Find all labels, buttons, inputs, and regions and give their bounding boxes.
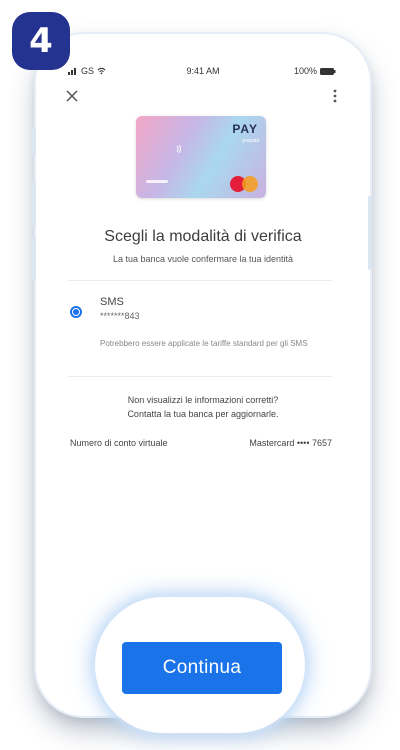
sms-masked-number: *******843 <box>100 311 140 321</box>
more-options-button[interactable] <box>330 88 340 104</box>
card-subtitle: prepaid <box>242 138 259 144</box>
close-icon <box>66 90 78 102</box>
divider-middle <box>68 376 332 377</box>
page-title: Scegli la modalità di verifica <box>104 228 302 245</box>
more-vert-icon <box>333 89 337 103</box>
phone-power-button <box>368 196 372 270</box>
info-line-2: Contatta la tua banca per aggiornarle. <box>127 409 279 419</box>
battery-level: 100% <box>293 66 317 76</box>
close-button[interactable] <box>64 88 80 104</box>
info-message: Non visualizzi le informazioni corretti?… <box>46 393 360 421</box>
contactless-icon <box>174 144 184 157</box>
battery-icon <box>320 67 336 75</box>
sms-option-label[interactable]: SMS <box>100 296 124 308</box>
page-subtitle: La tua banca vuole confermare la tua ide… <box>112 254 294 264</box>
sms-radio-button[interactable] <box>70 306 82 318</box>
sms-rates-note: Potrebbero essere applicate le tariffe s… <box>100 339 308 348</box>
phone-side-button <box>32 128 36 156</box>
virtual-account-label: Numero di conto virtuale <box>70 438 168 448</box>
step-number-badge: 4 <box>12 12 70 70</box>
card-number-strip <box>146 180 168 183</box>
card-brand: PAY <box>232 122 258 136</box>
phone-volume-down <box>32 236 36 280</box>
payment-card: PAY prepaid <box>136 116 266 198</box>
status-battery: 100% <box>294 66 336 76</box>
virtual-account-value: Mastercard •••• 7657 <box>249 438 332 448</box>
info-line-1: Non visualizzi le informazioni corretti? <box>127 395 279 405</box>
continue-button[interactable]: Continua <box>122 642 282 694</box>
phone-volume-up <box>32 182 36 226</box>
mastercard-logo-icon <box>230 176 258 192</box>
divider-top <box>68 280 332 281</box>
